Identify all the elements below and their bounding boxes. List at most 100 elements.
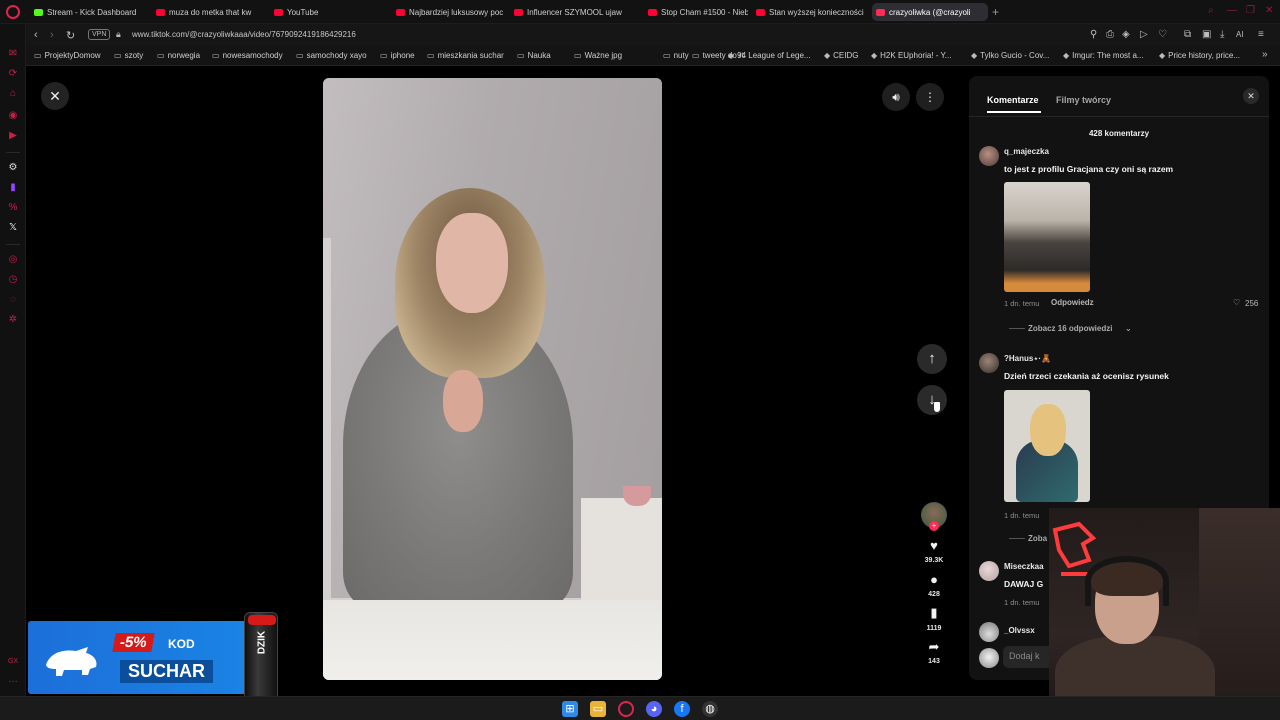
shield-icon[interactable]: ◈ [1122,29,1130,40]
browser-tab[interactable]: Najbardziej luksusowy poc [392,3,506,21]
comment-bubble-icon[interactable]: ● [922,572,946,587]
comment-like-icon[interactable]: ♡ [1233,298,1240,307]
bookmark-item[interactable]: ▭ Ważne jpg [574,51,622,60]
ai-button[interactable]: AI [1236,30,1244,39]
comment-drawing[interactable] [1004,390,1090,502]
opera-gx-taskbar-icon[interactable] [618,701,634,717]
sidebar-twitch-icon[interactable]: ▮ [7,182,19,194]
more-options-icon[interactable]: ⋮ [916,83,944,111]
like-heart-icon[interactable]: ♥ [922,538,946,553]
sidebar-clock-icon[interactable]: ◷ [7,274,19,286]
file-explorer-icon[interactable]: ▭ [590,701,606,717]
browser-tab[interactable]: Influencer SZYMOOL ujaw [510,3,640,21]
bookmark-item[interactable]: ◆ Imgur: The most a... [1063,51,1144,60]
bookmark-item[interactable]: ◆ CEIDG [824,51,859,60]
sidebar-settings-icon[interactable]: ✲ [7,314,19,326]
opera-logo-icon[interactable] [6,5,20,19]
sidebar-gx-icon[interactable]: GX [7,656,19,668]
reply-button[interactable]: Odpowiedz [1051,298,1094,307]
sidebar-chatgpt-icon[interactable]: ⚙ [7,162,19,174]
sidebar-history-icon[interactable]: ⟳ [7,68,19,80]
sidebar-player-icon[interactable]: ◎ [7,254,19,266]
follow-plus-icon[interactable]: + [929,521,939,531]
reload-button[interactable]: ↻ [66,29,75,42]
sidebar-mail-icon[interactable]: ✉ [7,48,19,60]
minimize-window-button[interactable]: — [1227,5,1237,16]
share-arrow-icon[interactable]: ➦ [922,639,946,655]
previous-video-button[interactable]: ↑ [917,344,947,374]
sidebar-youtube-icon[interactable]: ▶ [7,130,19,142]
browser-tab[interactable]: Stop Cham #1500 - Niebe [644,3,748,21]
more-bookmarks-icon[interactable]: » [1262,49,1268,60]
sidebar-percent-icon[interactable]: % [7,202,19,214]
lock-icon[interactable]: 🔒︎ [116,29,121,40]
video-player[interactable] [323,78,662,680]
forward-button[interactable]: › [50,29,54,41]
avatar[interactable] [979,353,999,373]
avatar[interactable] [979,561,999,581]
bookmark-item[interactable]: ▭ nowesamochody [212,51,283,60]
sidebar-bag-icon[interactable]: ⌂ [7,88,19,100]
next-video-button[interactable]: ↓ [917,385,947,415]
discord-icon[interactable]: ◕ [646,701,662,717]
close-panel-button[interactable]: ✕ [1243,88,1259,104]
bookmark-item[interactable]: ◆ H2K EUphoria! - Y... [871,51,951,60]
maximize-window-button[interactable]: ❐ [1246,5,1255,16]
bookmark-item[interactable]: ▭ nuty [663,51,689,60]
folder-icon: ▭ [692,51,700,60]
tab-comments[interactable]: Komentarze [987,95,1039,105]
avatar[interactable] [979,146,999,166]
extensions-icon[interactable]: ⧉ [1184,29,1191,40]
close-video-button[interactable]: ✕ [41,82,69,110]
bookmark-item[interactable]: ▭ mieszkania suchar [427,51,504,60]
play-icon[interactable]: ▷ [1140,29,1148,40]
comment-photo[interactable] [1004,182,1090,292]
url-field[interactable]: www.tiktok.com/@crazyoliwkaaa/video/7679… [132,30,356,39]
bookmark-item[interactable]: ◆ Price history, price... [1159,51,1240,60]
back-button[interactable]: ‹ [34,29,38,41]
save-bookmark-icon[interactable]: ▮ [922,605,946,621]
vpn-badge[interactable]: VPN [88,29,111,40]
browser-tab[interactable]: Stream - Kick Dashboard [30,3,148,21]
comment-username[interactable]: q_majeczka [1004,147,1049,156]
sidebar-chat-icon[interactable]: ◌ [7,294,19,306]
share-count: 143 [928,658,940,665]
download-icon[interactable]: ⤓ [1220,29,1224,40]
bookmark-item[interactable]: ▭ ProjektyDomow [34,51,101,60]
sidebar-more-icon[interactable]: … [7,674,19,686]
volume-icon[interactable]: 🔊︎ [882,83,910,111]
wallet-icon[interactable]: ▣ [1202,29,1211,40]
bookmark-item[interactable]: ▭ Nauka [517,51,551,60]
windows-start-icon[interactable]: ⊞ [562,701,578,717]
sidebar-messenger-icon[interactable]: ◉ [7,110,19,122]
snapshot-icon[interactable]: ⎙ [1106,29,1114,40]
bookmark-item[interactable]: ▭ samochody xayo [296,51,367,60]
comment-username[interactable]: _Olvssx [1004,626,1035,635]
browser-tab[interactable]: muza do metka that kw [152,3,266,21]
search-tabs-icon[interactable]: ⌕ [1208,5,1214,16]
bookmark-icon[interactable]: ⚲ [1090,29,1097,40]
obs-icon[interactable]: ◍ [702,701,718,717]
sidebar-x-icon[interactable]: 𝕏 [7,222,19,234]
heart-icon[interactable]: ♡ [1158,29,1167,40]
tab-title: muza do metka that kw [169,7,252,17]
chevron-down-icon[interactable]: ⌄ [1125,324,1132,333]
view-replies-button[interactable]: Zoba [1028,534,1047,543]
messenger-icon[interactable]: f [674,701,690,717]
bookmark-item[interactable]: ▭ norwegia [157,51,200,60]
bookmark-item[interactable]: ◆ Tylko Gucio - Cov... [971,51,1049,60]
browser-tab[interactable]: crazyoliwka (@crazyoli [872,3,988,21]
avatar[interactable] [979,622,999,642]
bookmark-item[interactable]: ◆ 94 League of Lege... [728,51,811,60]
tab-creator-videos[interactable]: Filmy twórcy [1056,95,1111,105]
menu-icon[interactable]: ≡ [1258,29,1264,40]
comment-username[interactable]: ?Hanus⋆·🧸 [1004,354,1051,363]
view-replies-button[interactable]: Zobacz 16 odpowiedzi [1028,324,1112,333]
new-tab-button[interactable]: + [992,5,999,19]
browser-tab[interactable]: Stan wyższej konieczności [752,3,870,21]
bookmark-item[interactable]: ▭ iphone [380,51,415,60]
close-window-button[interactable]: ✕ [1265,5,1273,16]
bookmark-item[interactable]: ▭ szoty [114,51,143,60]
browser-tab[interactable]: YouTube [270,3,388,21]
comment-username[interactable]: Miseczkaa [1004,562,1044,571]
